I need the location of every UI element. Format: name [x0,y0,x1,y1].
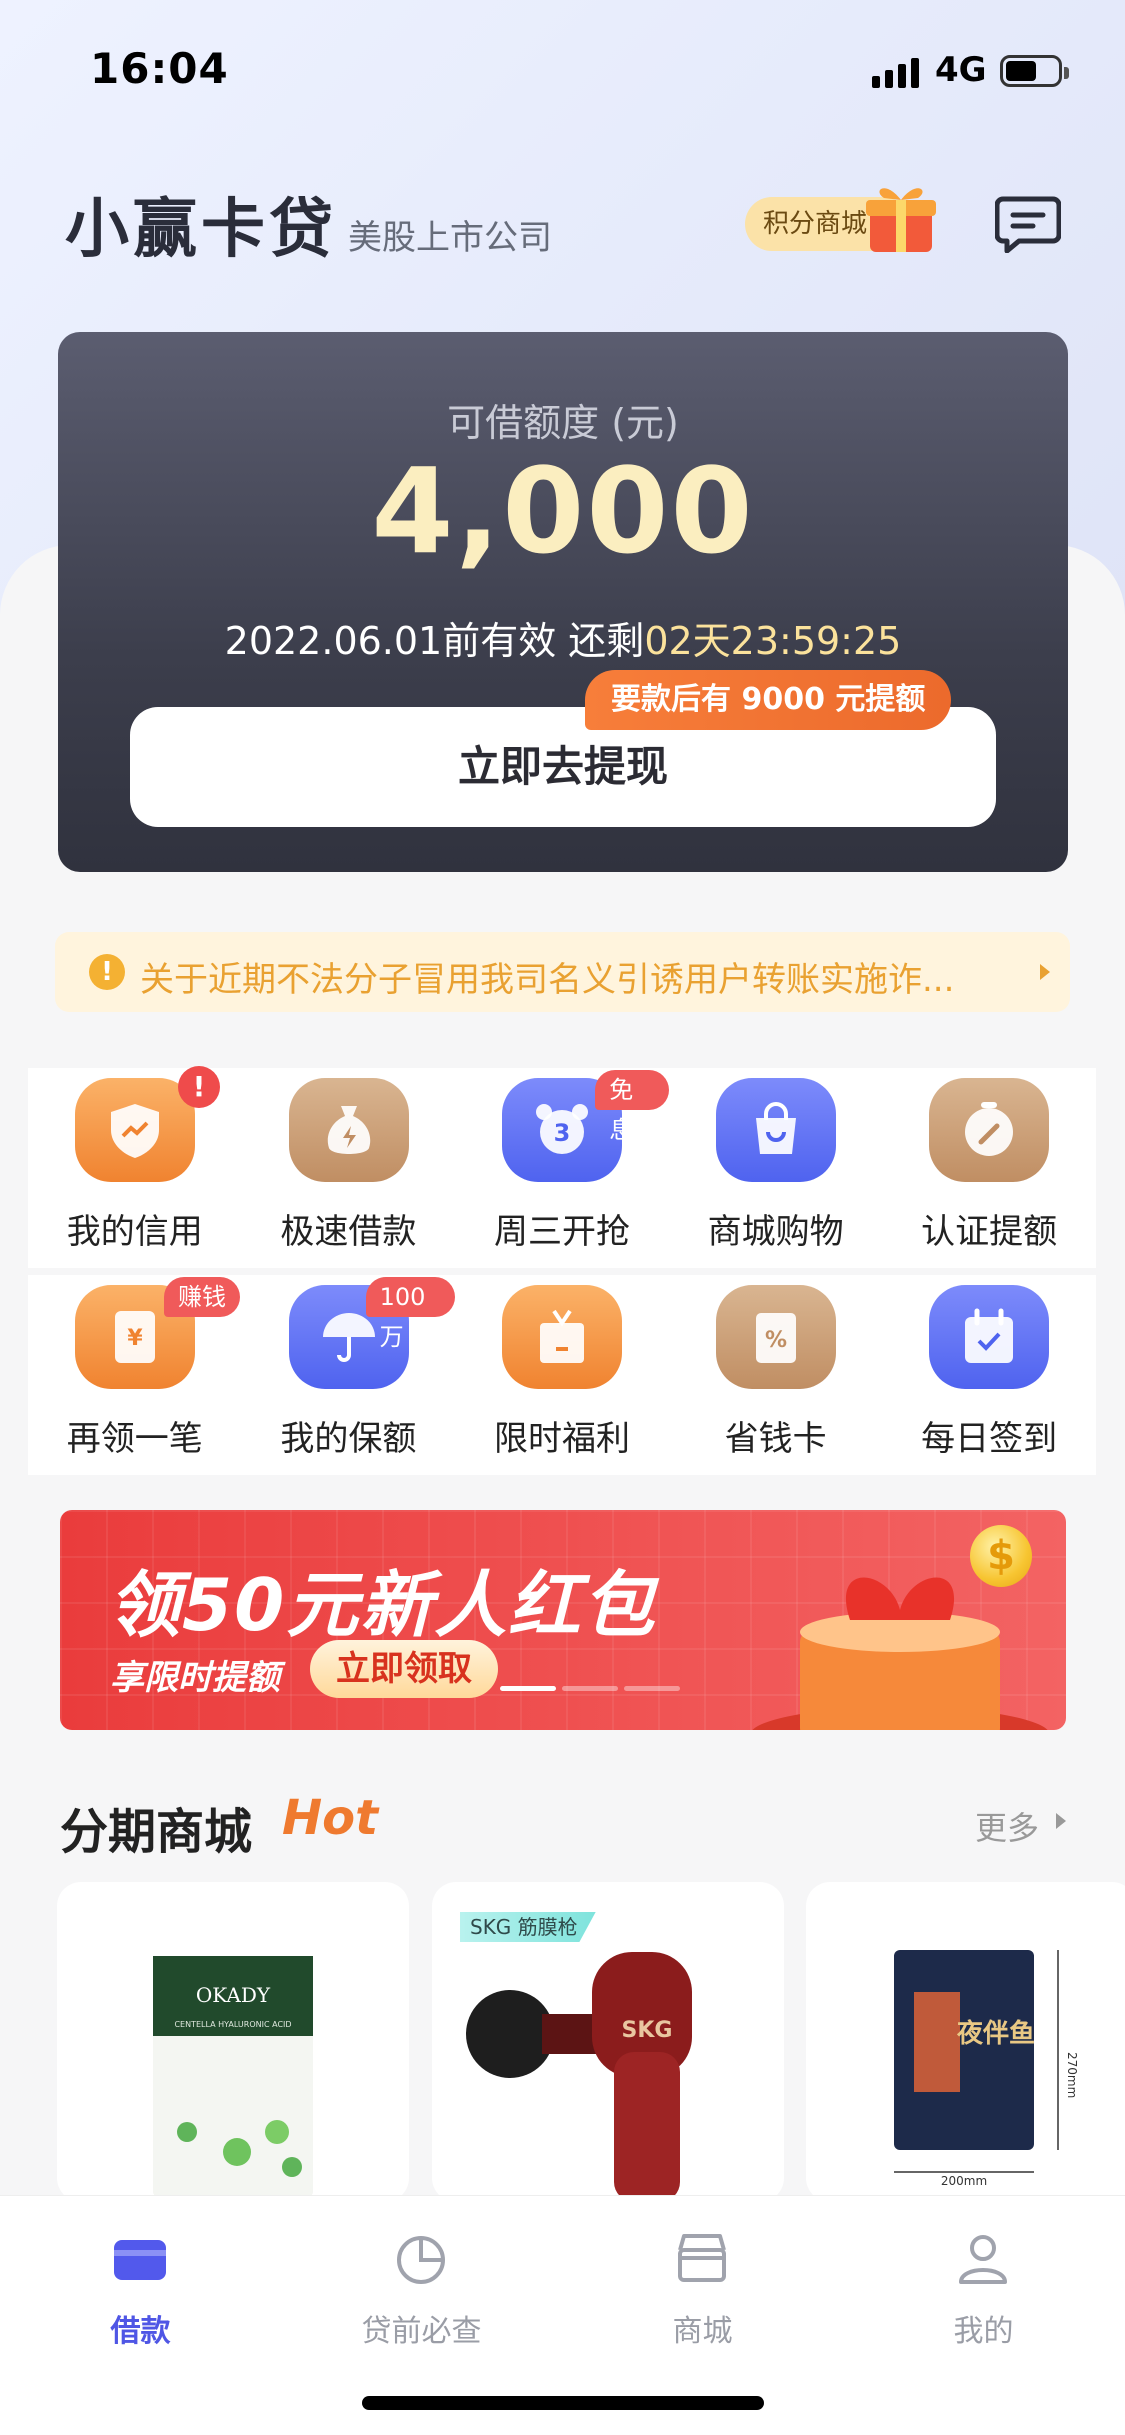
gift-icon[interactable] [866,178,936,254]
grid-label: 极速借款 [280,1212,417,1252]
grid-item-fast-loan[interactable]: 极速借款 [242,1068,456,1268]
grid-item-my-insurance[interactable]: 100万 我的保额 [242,1275,456,1475]
grid-item-verify-increase[interactable]: 认证提额 [882,1068,1096,1268]
validity-prefix: 2022.06.01前有效 还剩 [224,619,645,663]
limit-amount: 4,000 [371,442,755,580]
validity-text: 2022.06.01前有效 还剩02天23:59:25 [58,610,1068,665]
banner-title: 领50元新人红包 [108,1563,657,1647]
gauge-icon [929,1078,1050,1182]
grid-label: 每日签到 [921,1419,1058,1459]
tab-loan[interactable]: 借款 [0,2196,281,2349]
chevron-right-icon [1040,964,1050,980]
store-icon [678,2234,726,2282]
status-bar: 16:04 4G [0,0,1125,140]
product-width: 200mm [941,2174,987,2188]
new-user-redpacket-banner[interactable]: 领50元新人红包 享限时提额 立即领取 $ [60,1510,1066,1730]
grid-label: 再领一笔 [66,1419,203,1459]
product-height: 270mm [1065,2052,1079,2098]
card-icon [114,2240,166,2280]
grid-label: 省钱卡 [724,1419,827,1459]
message-icon[interactable] [995,195,1061,253]
coin-icon: $ [970,1525,1032,1587]
app-subtitle: 美股上市公司 [348,218,552,258]
tab-pre-loan-check[interactable]: 贷前必查 [281,2196,562,2349]
tab-label: 贷前必查 [361,2314,482,2349]
signal-icon [872,56,919,88]
product-card[interactable]: SKG 筋膜枪 SKG [432,1882,784,2202]
grid-item-daily-checkin[interactable]: 每日签到 [882,1275,1096,1475]
grid-item-wednesday-sale[interactable]: 3 免息 周三开抢 [455,1068,669,1268]
tab-mall[interactable]: 商城 [562,2196,843,2349]
calendar-check-icon [929,1285,1050,1389]
product-brand: 夜伴鱼 [956,2018,1035,2049]
loan-limit-card: 可借额度 (元) 4,000 2022.06.01前有效 还剩02天23:59:… [58,332,1068,872]
quick-actions-row-1: ! 我的信用 极速借款 3 免息 周三开抢 商城购物 认证提额 [28,1066,1096,1268]
carousel-indicator [500,1686,680,1691]
quick-actions-row-2: ¥ 赚钱 再领一笔 100万 我的保额 限时福利 % 省钱卡 每日签到 [28,1275,1096,1475]
grid-item-saving-card[interactable]: % 省钱卡 [669,1275,883,1475]
grid-label: 我的保额 [280,1419,417,1459]
svg-text:¥: ¥ [127,1326,143,1351]
claim-now-button[interactable]: 立即领取 [310,1640,498,1698]
grid-item-limited-benefits[interactable]: 限时福利 [455,1275,669,1475]
svg-text:3: 3 [554,1119,571,1147]
product-tag: SKG 筋膜枪 [460,1912,596,1942]
countdown-timer: 02天23:59:25 [644,619,902,663]
hot-label: Hot [282,1790,379,1846]
money-bag-icon [288,1078,409,1182]
limit-label: 可借额度 (元) [447,401,679,445]
chevron-right-icon [1056,1813,1066,1829]
app-title: 小赢卡贷 [65,193,337,267]
tab-label: 我的 [953,2314,1014,2349]
product-card[interactable]: OKADY CENTELLA HYALURONIC ACID [57,1882,409,2202]
tab-mine[interactable]: 我的 [843,2196,1124,2349]
battery-icon [1000,55,1069,87]
installment-mall-title: 分期商城 [60,1804,253,1860]
user-icon [959,2235,1007,2284]
tab-label: 商城 [672,2314,733,2349]
grid-item-mall-shopping[interactable]: 商城购物 [669,1068,883,1268]
grid-label: 认证提额 [921,1212,1058,1252]
network-type: 4G [935,50,987,90]
notice-bar[interactable]: ! 关于近期不法分子冒用我司名义引诱用户转账实施诈... [55,932,1070,1012]
product-brand: SKG [622,2018,673,2043]
credit-increase-tag: 要款后有 9000 元提额 [585,670,952,730]
grid-label: 限时福利 [493,1419,630,1459]
grid-label: 商城购物 [707,1212,844,1252]
svg-text:%: % [765,1328,787,1353]
more-link[interactable]: 更多 [975,1803,1039,1849]
grid-label: 我的信用 [66,1212,203,1252]
product-name: CENTELLA HYALURONIC ACID [174,2020,291,2029]
percent-card-icon: % [715,1285,836,1389]
grid-label: 周三开抢 [493,1212,630,1252]
status-time: 16:04 [90,44,229,93]
banner-subtitle: 享限时提额 [110,1658,280,1698]
product-brand: OKADY [196,1983,271,2007]
interest-free-badge: 免息 [595,1070,669,1144]
product-image-snack: 夜伴鱼 200mm 270mm [894,1950,1079,2188]
notice-text: 关于近期不法分子冒用我司名义引诱用户转账实施诈... [140,960,955,1000]
grid-item-my-credit[interactable]: ! 我的信用 [28,1066,242,1268]
shopping-bag-icon [715,1078,836,1182]
alert-badge: ! [178,1066,220,1108]
earn-money-badge: 赚钱 [164,1277,240,1317]
warning-icon: ! [89,954,125,990]
coverage-badge: 100万 [365,1277,456,1351]
gift-box-icon [502,1285,623,1389]
grid-item-borrow-again[interactable]: ¥ 赚钱 再领一笔 [28,1275,242,1475]
home-indicator [362,2396,764,2410]
pie-chart-icon [397,2236,445,2284]
credit-shield-icon [75,1078,195,1182]
product-card[interactable]: 夜伴鱼 200mm 270mm [806,1882,1125,2202]
product-image-facial-mask: OKADY CENTELLA HYALURONIC ACID [153,1956,313,2196]
tab-label: 借款 [110,2314,171,2349]
